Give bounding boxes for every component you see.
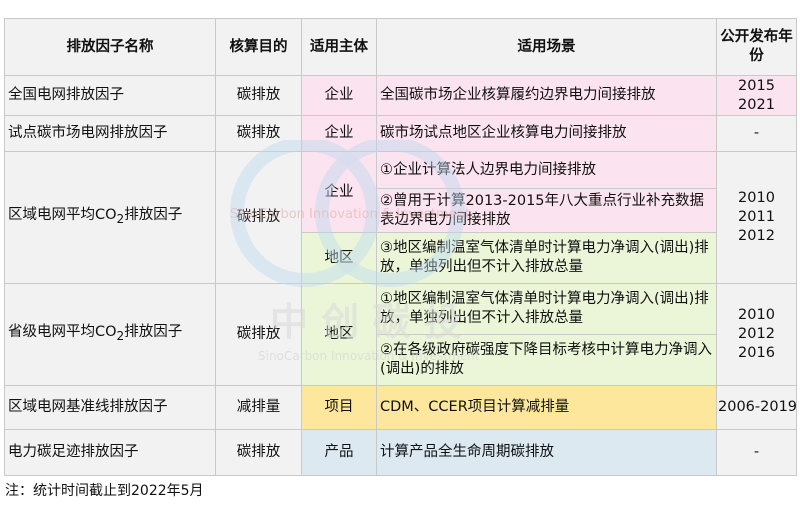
subject-cell: 企业 [301, 151, 377, 233]
purpose-cell: 碳排放 [215, 75, 302, 116]
subject-cell: 产品 [301, 429, 377, 476]
emission-factor-table: 排放因子名称 核算目的 适用主体 适用场景 公开发布年份 全国电网排放因子 碳排… [4, 18, 797, 476]
table-row: 试点碳市场电网排放因子 碳排放 企业 碳市场试点地区企业核算电力间接排放 - [4, 115, 797, 152]
year-cell: - [716, 429, 797, 476]
factor-name-part: 区域电网平均CO [8, 207, 117, 224]
scenario-cell: 全国碳市场企业核算履约边界电力间接排放 [376, 75, 717, 116]
header-row: 排放因子名称 核算目的 适用主体 适用场景 公开发布年份 [4, 18, 797, 76]
purpose-cell: 碳排放 [215, 115, 302, 152]
factor-name-part: 排放因子 [124, 207, 183, 224]
table-row: 区域电网基准线排放因子 减排量 项目 CDM、CCER项目计算减排量 2006-… [4, 385, 797, 430]
table-row: 区域电网平均CO2排放因子 碳排放 企业 ①企业计算法人边界电力间接排放 201… [4, 151, 797, 284]
purpose-cell: 减排量 [215, 385, 302, 430]
subject-cell: 项目 [301, 385, 377, 430]
scenario-cell: ①地区编制温室气体清单时计算电力净调入(调出)排放，单独列出但不计入排放总量 [376, 283, 717, 335]
footnote: 注：统计时间截止到2022年5月 [5, 483, 204, 499]
year-value: 2010 [738, 307, 775, 323]
header-scenario: 适用场景 [376, 18, 717, 76]
scenario-cell: ③地区编制温室气体清单时计算电力净调入(调出)排放，单独列出但不计入排放总量 [376, 232, 717, 284]
year-value: 2021 [738, 96, 775, 113]
scenario-cell: ②曾用于计算2013-2015年八大重点行业补充数据表边界电力间接排放 [376, 188, 717, 233]
subject-cell: 地区 [301, 232, 377, 284]
scenario-cell: CDM、CCER项目计算减排量 [376, 385, 717, 430]
year-cell: 2010 2012 2016 [716, 283, 797, 386]
factor-name-part: 排放因子 [124, 324, 183, 341]
header-subject: 适用主体 [301, 18, 377, 76]
factor-name: 电力碳足迹排放因子 [4, 429, 216, 476]
factor-name: 全国电网排放因子 [4, 75, 216, 116]
table-row: 全国电网排放因子 碳排放 企业 全国碳市场企业核算履约边界电力间接排放 2015… [4, 75, 797, 116]
factor-name: 省级电网平均CO2排放因子 [4, 283, 216, 386]
subject-cell: 企业 [301, 115, 377, 152]
year-cell: 2015 2021 [716, 75, 797, 116]
subject-cell: 地区 [301, 283, 377, 386]
purpose-cell: 碳排放 [215, 283, 302, 386]
factor-name: 区域电网平均CO2排放因子 [4, 151, 216, 284]
year-cell: 2006-2019 [716, 385, 797, 430]
scenario-cell: 碳市场试点地区企业核算电力间接排放 [376, 115, 717, 152]
scenario-cell: 计算产品全生命周期碳排放 [376, 429, 717, 476]
header-year: 公开发布年份 [716, 18, 797, 76]
factor-name-part: 省级电网平均CO [8, 324, 117, 341]
factor-name: 区域电网基准线排放因子 [4, 385, 216, 430]
table-row: 电力碳足迹排放因子 碳排放 产品 计算产品全生命周期碳排放 - [4, 429, 797, 476]
purpose-cell: 碳排放 [215, 151, 302, 284]
header-purpose: 核算目的 [215, 18, 302, 76]
scenario-cell: ①企业计算法人边界电力间接排放 [376, 151, 717, 189]
year-value: 2012 [738, 326, 775, 342]
year-value: 2011 [738, 209, 775, 225]
factor-name: 试点碳市场电网排放因子 [4, 115, 216, 152]
purpose-cell: 碳排放 [215, 429, 302, 476]
year-cell: 2010 2011 2012 [716, 151, 797, 284]
header-name: 排放因子名称 [4, 18, 216, 76]
scenario-cell: ②在各级政府碳强度下降目标考核中计算电力净调入(调出)的排放 [376, 334, 717, 386]
year-value: 2010 [738, 190, 775, 206]
year-value: 2016 [738, 345, 775, 361]
year-value: 2015 [738, 77, 775, 94]
year-value: 2012 [738, 228, 775, 244]
table-row: 省级电网平均CO2排放因子 碳排放 地区 ①地区编制温室气体清单时计算电力净调入… [4, 283, 797, 386]
subject-cell: 企业 [301, 75, 377, 116]
year-cell: - [716, 115, 797, 152]
